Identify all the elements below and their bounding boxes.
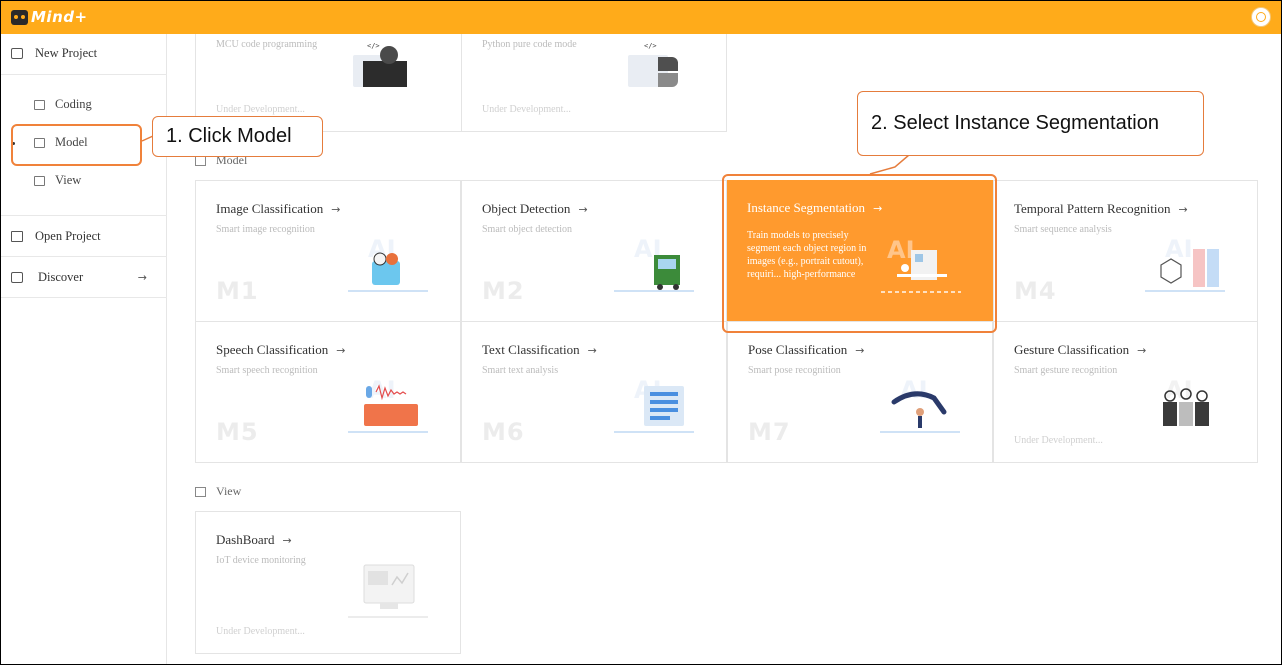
card-status: Under Development... xyxy=(1014,435,1103,446)
sidebar-divider xyxy=(1,74,167,75)
card-badge: M2 xyxy=(482,277,525,305)
model-card-speech-classification[interactable]: Speech Classification → Smart speech reco… xyxy=(195,321,461,463)
card-title: Speech Classification → xyxy=(216,342,346,357)
window-icon xyxy=(34,175,45,186)
card-status: Under Development... xyxy=(482,104,571,115)
card-subtitle: MCU code programming xyxy=(216,39,318,50)
callout-step-1: 1. Click Model xyxy=(152,116,323,157)
arrow-right-icon: → xyxy=(137,271,147,284)
model-card-text-classification[interactable]: Text Classification → Smart text analysis… xyxy=(461,321,727,463)
callout-step-2: 2. Select Instance Segmentation xyxy=(857,91,1204,156)
sidebar-item-view[interactable]: View xyxy=(34,173,81,188)
sidebar-divider xyxy=(1,256,167,257)
sidebar-open-project-label: Open Project xyxy=(35,229,101,243)
model-card-object-detection[interactable]: Object Detection → Smart object detection… xyxy=(461,180,727,322)
app-window: Mind+ New Project Coding Model View Open… xyxy=(0,0,1282,665)
arrow-right-icon: → xyxy=(1137,344,1147,357)
card-subtitle: Python pure code mode xyxy=(482,39,577,50)
title-bar: Mind+ xyxy=(1,1,1281,34)
model-card-image-classification[interactable]: Image Classification → Smart image recogn… xyxy=(195,180,461,322)
truck-illustration-icon: AI xyxy=(614,235,694,292)
card-subtitle: Smart gesture recognition xyxy=(1014,365,1118,376)
arrow-right-icon: → xyxy=(336,344,346,357)
sidebar-open-project[interactable]: Open Project xyxy=(1,229,167,244)
folder-icon xyxy=(11,231,23,242)
callout-step-1-text: 1. Click Model xyxy=(166,125,292,147)
chip-snake-icon: </> xyxy=(353,42,407,87)
arrow-right-icon: → xyxy=(282,534,292,547)
svg-text:</>: </> xyxy=(644,42,657,50)
arrow-right-icon: → xyxy=(1178,203,1188,216)
sidebar-new-project-label: New Project xyxy=(35,46,98,60)
python-logo-icon: </> xyxy=(628,42,678,87)
svg-text:AI: AI xyxy=(1165,235,1193,263)
svg-text:AI: AI xyxy=(900,376,928,404)
card-subtitle: Smart object detection xyxy=(482,224,572,235)
arrow-right-icon: → xyxy=(578,203,588,216)
card-subtitle: Smart sequence analysis xyxy=(1014,224,1112,235)
card-status: Under Development... xyxy=(216,104,305,115)
section-view-header: View xyxy=(195,484,241,499)
microphone-waveform-icon: AI xyxy=(348,376,428,433)
sidebar-divider xyxy=(1,215,167,216)
user-account-button[interactable] xyxy=(1251,7,1271,27)
model-card-temporal-pattern[interactable]: Temporal Pattern Recognition → Smart sequ… xyxy=(993,180,1258,322)
sidebar-discover[interactable]: Discover → xyxy=(1,270,167,285)
model-card-gesture-classification[interactable]: Gesture Classification → Smart gesture re… xyxy=(993,321,1258,463)
sidebar-discover-label: Discover xyxy=(38,270,84,284)
sidebar-divider xyxy=(1,297,167,298)
arrow-right-icon: → xyxy=(331,203,341,216)
card-title: Gesture Classification → xyxy=(1014,342,1147,357)
sidebar-new-project[interactable]: New Project xyxy=(1,46,167,61)
dashboard-monitor-icon xyxy=(348,564,428,618)
yoga-pose-icon: AI xyxy=(880,376,960,433)
highlight-instance-segmentation xyxy=(722,174,997,333)
card-title: Temporal Pattern Recognition → xyxy=(1014,201,1188,216)
section-view-label: View xyxy=(216,484,242,498)
card-status: Under Development... xyxy=(216,626,305,637)
sidebar-item-label: View xyxy=(55,173,82,187)
basket-illustration-icon: AI xyxy=(348,235,428,292)
model-card-pose-classification[interactable]: Pose Classification → Smart pose recognit… xyxy=(727,321,993,463)
new-project-icon xyxy=(11,48,23,59)
arrow-right-icon: → xyxy=(855,344,865,357)
sidebar-item-label: Coding xyxy=(55,97,92,111)
card-title: Text Classification → xyxy=(482,342,597,357)
app-title: Mind+ xyxy=(31,8,88,26)
hand-gesture-icon: AI xyxy=(1163,376,1209,426)
document-text-icon: AI xyxy=(614,376,694,433)
card-title: Object Detection → xyxy=(482,201,588,216)
card-subtitle: IoT device monitoring xyxy=(216,555,306,566)
card-title: Pose Classification → xyxy=(748,342,865,357)
card-subtitle: Smart speech recognition xyxy=(216,365,318,376)
card-badge: M6 xyxy=(482,418,525,446)
window-icon xyxy=(195,486,206,497)
card-subtitle: Smart image recognition xyxy=(216,224,315,235)
code-icon xyxy=(34,99,45,110)
card-subtitle: Smart text analysis xyxy=(482,365,559,376)
app-logo: Mind+ xyxy=(11,7,88,27)
sequence-chart-illustration-icon: AI xyxy=(1145,235,1225,292)
user-icon xyxy=(1256,12,1266,22)
card-title: Image Classification → xyxy=(216,201,341,216)
card-subtitle: Smart pose recognition xyxy=(748,365,841,376)
sidebar-item-coding[interactable]: Coding xyxy=(34,97,92,112)
card-badge: M5 xyxy=(216,418,259,446)
highlight-model xyxy=(11,124,142,166)
card-badge: M7 xyxy=(748,418,791,446)
coding-card-python[interactable]: Python pure code mode </> Under Developm… xyxy=(461,34,727,132)
card-title: DashBoard → xyxy=(216,532,292,547)
arrow-right-icon: → xyxy=(587,344,597,357)
view-card-dashboard[interactable]: DashBoard → IoT device monitoring Under D… xyxy=(195,511,461,654)
robot-logo-icon xyxy=(11,9,28,25)
card-badge: M1 xyxy=(216,277,259,305)
card-badge: M4 xyxy=(1014,277,1057,305)
svg-text:</>: </> xyxy=(367,42,380,50)
callout-step-2-text: 2. Select Instance Segmentation xyxy=(871,112,1159,134)
library-icon xyxy=(11,272,23,283)
cube-icon xyxy=(195,155,206,166)
